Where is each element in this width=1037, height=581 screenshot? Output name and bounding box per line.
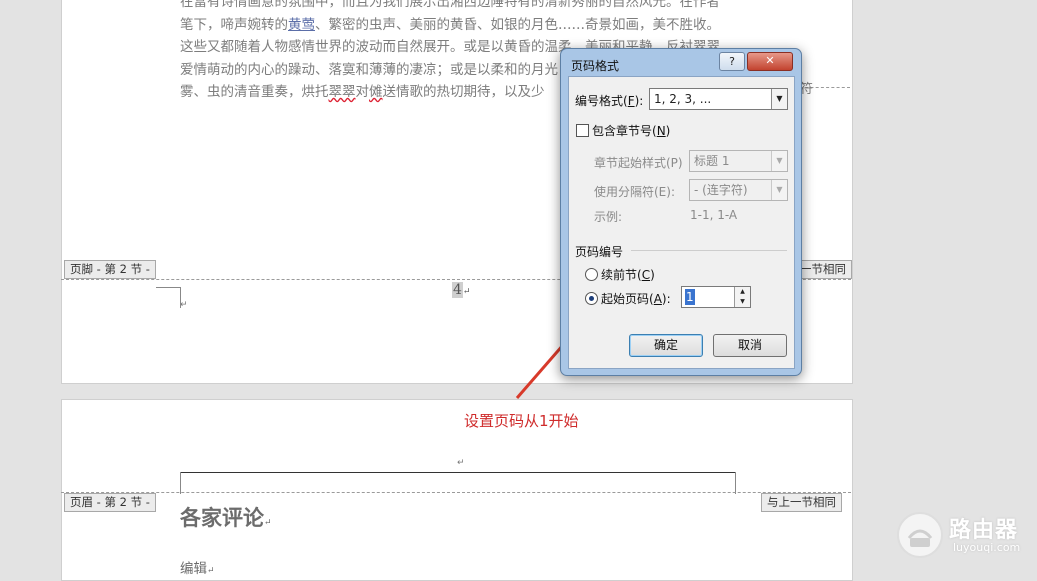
include-chapter-label[interactable]: 包含章节号(N)	[592, 122, 670, 139]
dialog-body: 编号格式(F): 1, 2, 3, ... ▼ 包含章节号(N) 章节起始样式(…	[568, 76, 795, 369]
watermark-subtitle: luyouqi.com	[953, 541, 1021, 554]
format-label: 编号格式(F):	[575, 94, 644, 108]
chevron-down-icon[interactable]: ▼	[771, 180, 787, 200]
inline-link[interactable]: 黄莺	[288, 17, 315, 33]
chevron-down-icon[interactable]: ▼	[771, 89, 787, 109]
section-heading[interactable]: 各家评论↵	[180, 502, 272, 532]
spell-flagged-word[interactable]: 翠翠	[329, 84, 356, 100]
chevron-down-icon[interactable]: ▼	[771, 151, 787, 171]
chapter-style-label: 章节起始样式(P)	[594, 156, 683, 170]
continue-radio[interactable]	[585, 268, 598, 281]
paragraph-line: 在富有诗情画意的氛围中，而且为我们展示出湘西边陲特有的清新秀丽的自然风光。在作者	[180, 0, 720, 10]
start-at-input[interactable]: 1	[685, 289, 695, 305]
start-at-label[interactable]: 起始页码(A):	[601, 290, 671, 307]
example-value: 1-1, 1-A	[690, 208, 738, 222]
dialog-title: 页码格式	[571, 59, 620, 73]
spell-flagged-word[interactable]: 傩	[369, 84, 383, 100]
header-rule	[180, 472, 736, 473]
paragraph-line: 笔下，啼声婉转的黄莺、繁密的虫声、美丽的黄昏、如银的月色……奇景如画，美不胜收。	[180, 16, 720, 33]
annotation-text: 设置页码从1开始	[464, 412, 579, 430]
header-boundary	[61, 492, 851, 493]
watermark-title: 路由器	[949, 518, 1019, 543]
page-number-format-dialog[interactable]: 页码格式 ? ✕ 编号格式(F): 1, 2, 3, ... ▼ 包含章节号(N…	[560, 48, 802, 376]
watermark: 路由器 luyouqi.com	[895, 510, 1035, 560]
section-paragraph[interactable]: 编辑↵	[180, 557, 215, 577]
chapter-style-combo[interactable]: 标题 1 ▼	[689, 150, 788, 172]
continue-label[interactable]: 续前节(C)	[601, 266, 655, 283]
header-left-margin	[180, 472, 181, 494]
start-at-spinner[interactable]: 1 ▲ ▼	[681, 286, 751, 308]
example-label: 示例:	[594, 210, 623, 224]
header-same-as-prev-tag: 与上一节相同	[761, 493, 842, 512]
group-divider	[631, 250, 787, 251]
header-section-tag: 页眉 - 第 2 节 -	[64, 493, 156, 512]
page-number-field[interactable]: 4↵	[452, 282, 470, 298]
include-chapter-checkbox[interactable]	[576, 124, 589, 137]
document-page-2[interactable]: ↵ 各家评论↵ 编辑↵	[61, 399, 853, 581]
paragraph-mark: ↵	[180, 300, 188, 310]
margin-corner-mark	[156, 287, 181, 308]
ok-button[interactable]: 确定	[629, 334, 703, 357]
header-right-margin	[735, 472, 736, 494]
close-button[interactable]: ✕	[747, 52, 793, 71]
help-button[interactable]: ?	[719, 52, 745, 71]
header-paragraph-mark: ↵	[457, 458, 465, 468]
separator-combo[interactable]: - (连字符) ▼	[689, 179, 788, 201]
footer-section-tag: 页脚 - 第 2 节 -	[64, 260, 156, 279]
cancel-button[interactable]: 取消	[713, 334, 787, 357]
start-at-radio[interactable]	[585, 292, 598, 305]
router-logo-icon	[897, 512, 943, 558]
separator-label: 使用分隔符(E):	[594, 185, 675, 199]
format-combo[interactable]: 1, 2, 3, ... ▼	[649, 88, 788, 110]
spin-down-icon[interactable]: ▼	[734, 297, 750, 307]
numbering-group-label: 页码编号	[575, 245, 624, 259]
